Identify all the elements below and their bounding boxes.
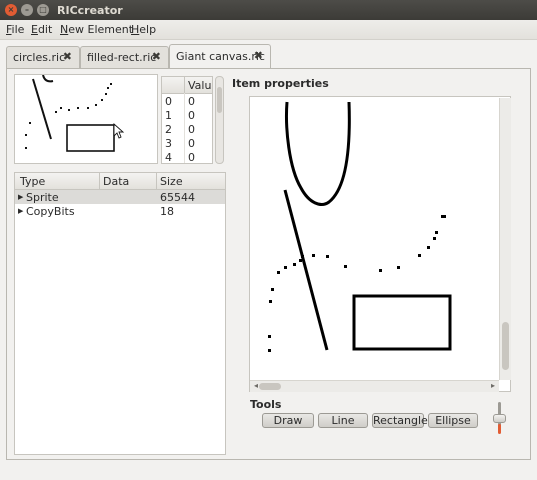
main-window: × – □ RICcreator File Edit New Element H…	[0, 0, 537, 480]
value-row[interactable]: 4 0	[162, 150, 212, 163]
x-icon[interactable]: ✖	[152, 50, 161, 63]
value-column-header: Value	[188, 79, 212, 92]
scrollbar-thumb[interactable]	[502, 322, 509, 370]
scroll-right-icon[interactable]: ▸	[491, 381, 495, 390]
canvas-vertical-scrollbar[interactable]	[499, 98, 511, 380]
x-icon[interactable]: ✖	[63, 50, 72, 63]
menu-help[interactable]: Help	[131, 23, 156, 36]
value-table-header: Value	[162, 77, 212, 94]
line-button[interactable]: Line	[318, 413, 368, 428]
window-title: RICcreator	[57, 4, 123, 17]
window-maximize-button[interactable]: □	[37, 4, 49, 16]
triangle-right-icon[interactable]: ▶	[18, 193, 23, 201]
tab-filled-rect[interactable]: filled-rect.ric ✖	[80, 46, 169, 68]
zoom-slider-fill	[498, 424, 501, 434]
mouse-pointer-icon	[113, 122, 125, 139]
sprite-canvas[interactable]	[249, 96, 511, 392]
minimize-icon: –	[25, 5, 29, 14]
value-row[interactable]: 2 0	[162, 122, 212, 136]
draw-button[interactable]: Draw	[262, 413, 314, 428]
window-minimize-button[interactable]: –	[21, 4, 33, 16]
tree-row-sprite[interactable]: ▶ Sprite 65544	[15, 190, 225, 204]
element-tree: Type Data Size ▶ Sprite 65544 ▶ CopyBits…	[14, 172, 226, 455]
triangle-right-icon[interactable]: ▶	[18, 207, 23, 215]
preview-drawing	[25, 75, 125, 152]
tools-label: Tools	[250, 398, 282, 411]
ellipse-button[interactable]: Ellipse	[428, 413, 478, 428]
window-close-button[interactable]: ×	[5, 4, 17, 16]
tab-circles[interactable]: circles.ric ✖	[6, 46, 80, 68]
element-tree-header: Type Data Size	[15, 173, 225, 190]
scroll-left-icon[interactable]: ◂	[254, 381, 258, 390]
canvas-preview[interactable]	[14, 74, 158, 164]
zoom-slider-handle[interactable]	[493, 414, 506, 423]
value-row[interactable]: 3 0	[162, 136, 212, 150]
tree-row-copybits[interactable]: ▶ CopyBits 18	[15, 204, 225, 218]
value-row[interactable]: 0 0	[162, 94, 212, 108]
value-table: Value 0 0 1 0 2 0 3 0 4 0	[161, 76, 213, 164]
value-table-scrollbar[interactable]	[215, 76, 224, 164]
menu-edit[interactable]: Edit	[31, 23, 52, 36]
column-type[interactable]: Type	[20, 175, 45, 188]
maximize-icon: □	[39, 5, 47, 14]
rectangle-button[interactable]: Rectangle	[372, 413, 428, 428]
menu-bar: File Edit New Element Help	[0, 20, 537, 40]
menu-file[interactable]: File	[6, 23, 24, 36]
close-icon: ×	[7, 5, 15, 14]
scrollbar-thumb[interactable]	[217, 87, 222, 113]
column-size[interactable]: Size	[160, 175, 183, 188]
title-bar: × – □ RICcreator	[0, 0, 537, 20]
tab-giant-canvas[interactable]: Giant canvas.ric ✖	[169, 44, 271, 69]
canvas-horizontal-scrollbar[interactable]: ◂ ▸	[250, 380, 499, 392]
value-row[interactable]: 1 0	[162, 108, 212, 122]
menu-new-element[interactable]: New Element	[60, 23, 133, 36]
scrollbar-thumb[interactable]	[259, 383, 281, 390]
item-properties-label: Item properties	[232, 77, 329, 90]
canvas-drawing[interactable]	[251, 98, 499, 380]
column-data[interactable]: Data	[103, 175, 129, 188]
document-tabs: circles.ric ✖ filled-rect.ric ✖ Giant ca…	[6, 44, 531, 69]
x-icon[interactable]: ✖	[254, 49, 263, 62]
